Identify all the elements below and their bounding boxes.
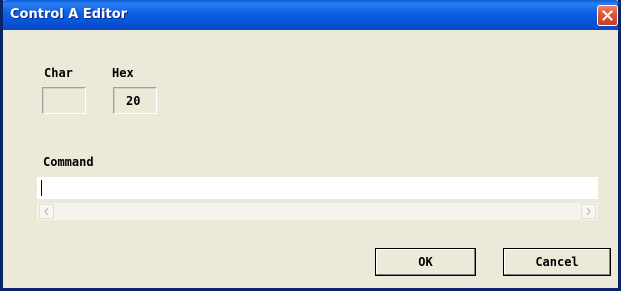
hex-label: Hex (112, 66, 134, 80)
text-caret (41, 180, 42, 196)
close-icon (602, 10, 613, 21)
command-label: Command (43, 155, 94, 169)
close-button[interactable] (597, 5, 618, 26)
char-label: Char (44, 66, 73, 80)
ok-button[interactable]: OK (375, 248, 476, 276)
chevron-right-icon (585, 203, 592, 221)
chevron-left-icon (43, 203, 50, 221)
hex-value: 20 (126, 94, 141, 108)
window-title: Control A Editor (10, 7, 128, 22)
hex-field: 20 (113, 87, 157, 114)
title-bar[interactable]: Control A Editor (3, 0, 618, 30)
ok-button-label: OK (418, 255, 433, 269)
command-input[interactable] (37, 177, 598, 199)
cancel-button-label: Cancel (535, 255, 579, 269)
horizontal-scrollbar[interactable] (37, 203, 598, 220)
cancel-button[interactable]: Cancel (503, 248, 611, 276)
scroll-right-button[interactable] (581, 204, 596, 219)
dialog-window: Control A Editor Char Hex 20 Command OK … (0, 0, 621, 291)
scroll-left-button[interactable] (39, 204, 54, 219)
char-field (42, 87, 86, 114)
